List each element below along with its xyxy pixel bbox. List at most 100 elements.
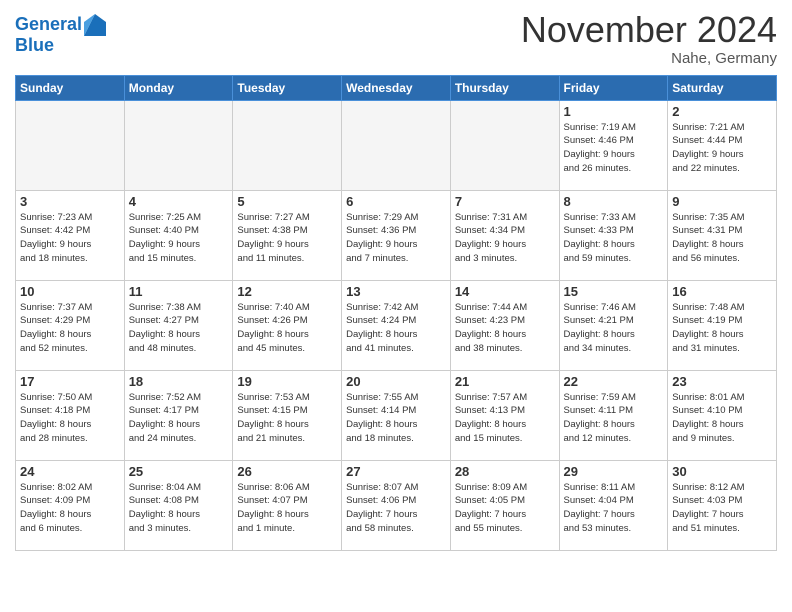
calendar-cell: 4 Sunrise: 7:25 AM Sunset: 4:40 PM Daylig…: [124, 190, 233, 280]
day-number: 21: [455, 374, 555, 389]
day-number: 10: [20, 284, 120, 299]
day-number: 18: [129, 374, 229, 389]
day-info: Sunrise: 7:31 AM Sunset: 4:34 PM Dayligh…: [455, 211, 555, 266]
calendar-cell: 27Sunrise: 8:07 AM Sunset: 4:06 PM Dayli…: [342, 460, 451, 550]
logo-text: GeneralBlue: [15, 14, 106, 56]
day-number: 13: [346, 284, 446, 299]
weekday-header: Saturday: [668, 75, 777, 100]
calendar-cell: 16Sunrise: 7:48 AM Sunset: 4:19 PM Dayli…: [668, 280, 777, 370]
day-info: Sunrise: 7:23 AM Sunset: 4:42 PM Dayligh…: [20, 211, 120, 266]
calendar-cell: 26 Sunrise: 8:06 AM Sunset: 4:07 PM Dayli…: [233, 460, 342, 550]
day-number: 30: [672, 464, 772, 479]
day-info: Sunrise: 8:06 AM Sunset: 4:07 PM Dayligh…: [237, 481, 337, 536]
calendar-cell: 25 Sunrise: 8:04 AM Sunset: 4:08 PM Dayli…: [124, 460, 233, 550]
day-info: Sunrise: 7:25 AM Sunset: 4:40 PM Dayligh…: [129, 211, 229, 266]
calendar-table: SundayMondayTuesdayWednesdayThursdayFrid…: [15, 75, 777, 551]
day-info: Sunrise: 7:57 AM Sunset: 4:13 PM Dayligh…: [455, 391, 555, 446]
day-number: 26: [237, 464, 337, 479]
calendar-cell: 14 Sunrise: 7:44 AM Sunset: 4:23 PM Dayli…: [450, 280, 559, 370]
day-info: Sunrise: 8:12 AM Sunset: 4:03 PM Dayligh…: [672, 481, 772, 536]
month-title: November 2024: [521, 10, 777, 50]
day-number: 19: [237, 374, 337, 389]
day-info: Sunrise: 7:33 AM Sunset: 4:33 PM Dayligh…: [564, 211, 664, 266]
day-info: Sunrise: 7:19 AM Sunset: 4:46 PM Dayligh…: [564, 121, 664, 176]
day-number: 20: [346, 374, 446, 389]
day-number: 1: [564, 104, 664, 119]
calendar-cell: [450, 100, 559, 190]
day-number: 3: [20, 194, 120, 209]
weekday-header: Friday: [559, 75, 668, 100]
calendar-cell: 2 Sunrise: 7:21 AM Sunset: 4:44 PM Daylig…: [668, 100, 777, 190]
day-info: Sunrise: 8:02 AM Sunset: 4:09 PM Dayligh…: [20, 481, 120, 536]
calendar-cell: 7 Sunrise: 7:31 AM Sunset: 4:34 PM Daylig…: [450, 190, 559, 280]
day-info: Sunrise: 7:59 AM Sunset: 4:11 PM Dayligh…: [564, 391, 664, 446]
day-info: Sunrise: 7:50 AM Sunset: 4:18 PM Dayligh…: [20, 391, 120, 446]
day-info: Sunrise: 7:21 AM Sunset: 4:44 PM Dayligh…: [672, 121, 772, 176]
day-info: Sunrise: 8:04 AM Sunset: 4:08 PM Dayligh…: [129, 481, 229, 536]
day-info: Sunrise: 7:35 AM Sunset: 4:31 PM Dayligh…: [672, 211, 772, 266]
day-number: 2: [672, 104, 772, 119]
day-info: Sunrise: 8:01 AM Sunset: 4:10 PM Dayligh…: [672, 391, 772, 446]
day-info: Sunrise: 8:11 AM Sunset: 4:04 PM Dayligh…: [564, 481, 664, 536]
calendar-cell: 20 Sunrise: 7:55 AM Sunset: 4:14 PM Dayli…: [342, 370, 451, 460]
day-number: 7: [455, 194, 555, 209]
calendar-cell: 18 Sunrise: 7:52 AM Sunset: 4:17 PM Dayli…: [124, 370, 233, 460]
day-number: 23: [672, 374, 772, 389]
calendar-cell: [16, 100, 125, 190]
day-number: 25: [129, 464, 229, 479]
title-block: November 2024 Nahe, Germany: [521, 10, 777, 67]
day-number: 12: [237, 284, 337, 299]
day-number: 9: [672, 194, 772, 209]
day-number: 14: [455, 284, 555, 299]
day-number: 4: [129, 194, 229, 209]
calendar-cell: 22 Sunrise: 7:59 AM Sunset: 4:11 PM Dayli…: [559, 370, 668, 460]
weekday-header: Tuesday: [233, 75, 342, 100]
calendar-cell: 28 Sunrise: 8:09 AM Sunset: 4:05 PM Dayli…: [450, 460, 559, 550]
day-info: Sunrise: 7:42 AM Sunset: 4:24 PM Dayligh…: [346, 301, 446, 356]
calendar-cell: 17 Sunrise: 7:50 AM Sunset: 4:18 PM Dayli…: [16, 370, 125, 460]
weekday-header: Thursday: [450, 75, 559, 100]
day-number: 29: [564, 464, 664, 479]
calendar-cell: [342, 100, 451, 190]
weekday-header: Wednesday: [342, 75, 451, 100]
day-number: 22: [564, 374, 664, 389]
day-info: Sunrise: 7:38 AM Sunset: 4:27 PM Dayligh…: [129, 301, 229, 356]
calendar-cell: 15Sunrise: 7:46 AM Sunset: 4:21 PM Dayli…: [559, 280, 668, 370]
logo: GeneralBlue: [15, 14, 106, 56]
calendar-cell: 12 Sunrise: 7:40 AM Sunset: 4:26 PM Dayli…: [233, 280, 342, 370]
day-info: Sunrise: 7:44 AM Sunset: 4:23 PM Dayligh…: [455, 301, 555, 356]
calendar-cell: 6Sunrise: 7:29 AM Sunset: 4:36 PM Daylig…: [342, 190, 451, 280]
day-number: 11: [129, 284, 229, 299]
day-info: Sunrise: 7:55 AM Sunset: 4:14 PM Dayligh…: [346, 391, 446, 446]
calendar-cell: [124, 100, 233, 190]
weekday-header: Sunday: [16, 75, 125, 100]
calendar-cell: 1 Sunrise: 7:19 AM Sunset: 4:46 PM Daylig…: [559, 100, 668, 190]
calendar-cell: 19Sunrise: 7:53 AM Sunset: 4:15 PM Dayli…: [233, 370, 342, 460]
day-info: Sunrise: 7:48 AM Sunset: 4:19 PM Dayligh…: [672, 301, 772, 356]
calendar-cell: 8 Sunrise: 7:33 AM Sunset: 4:33 PM Daylig…: [559, 190, 668, 280]
calendar-cell: 24 Sunrise: 8:02 AM Sunset: 4:09 PM Dayli…: [16, 460, 125, 550]
day-info: Sunrise: 7:27 AM Sunset: 4:38 PM Dayligh…: [237, 211, 337, 266]
day-number: 24: [20, 464, 120, 479]
page-header: GeneralBlue November 2024 Nahe, Germany: [15, 10, 777, 67]
calendar-cell: 11 Sunrise: 7:38 AM Sunset: 4:27 PM Dayli…: [124, 280, 233, 370]
calendar-cell: [233, 100, 342, 190]
calendar-cell: 23 Sunrise: 8:01 AM Sunset: 4:10 PM Dayli…: [668, 370, 777, 460]
location: Nahe, Germany: [521, 50, 777, 67]
day-number: 28: [455, 464, 555, 479]
day-number: 5: [237, 194, 337, 209]
day-number: 8: [564, 194, 664, 209]
day-number: 17: [20, 374, 120, 389]
calendar-cell: 21 Sunrise: 7:57 AM Sunset: 4:13 PM Dayli…: [450, 370, 559, 460]
calendar-cell: 5 Sunrise: 7:27 AM Sunset: 4:38 PM Daylig…: [233, 190, 342, 280]
day-info: Sunrise: 7:37 AM Sunset: 4:29 PM Dayligh…: [20, 301, 120, 356]
day-info: Sunrise: 7:40 AM Sunset: 4:26 PM Dayligh…: [237, 301, 337, 356]
day-info: Sunrise: 7:52 AM Sunset: 4:17 PM Dayligh…: [129, 391, 229, 446]
calendar-cell: 10 Sunrise: 7:37 AM Sunset: 4:29 PM Dayli…: [16, 280, 125, 370]
day-info: Sunrise: 8:07 AM Sunset: 4:06 PM Dayligh…: [346, 481, 446, 536]
day-info: Sunrise: 8:09 AM Sunset: 4:05 PM Dayligh…: [455, 481, 555, 536]
calendar-cell: 9 Sunrise: 7:35 AM Sunset: 4:31 PM Daylig…: [668, 190, 777, 280]
calendar-cell: 29 Sunrise: 8:11 AM Sunset: 4:04 PM Dayli…: [559, 460, 668, 550]
calendar-cell: 13 Sunrise: 7:42 AM Sunset: 4:24 PM Dayli…: [342, 280, 451, 370]
calendar-cell: 3 Sunrise: 7:23 AM Sunset: 4:42 PM Daylig…: [16, 190, 125, 280]
